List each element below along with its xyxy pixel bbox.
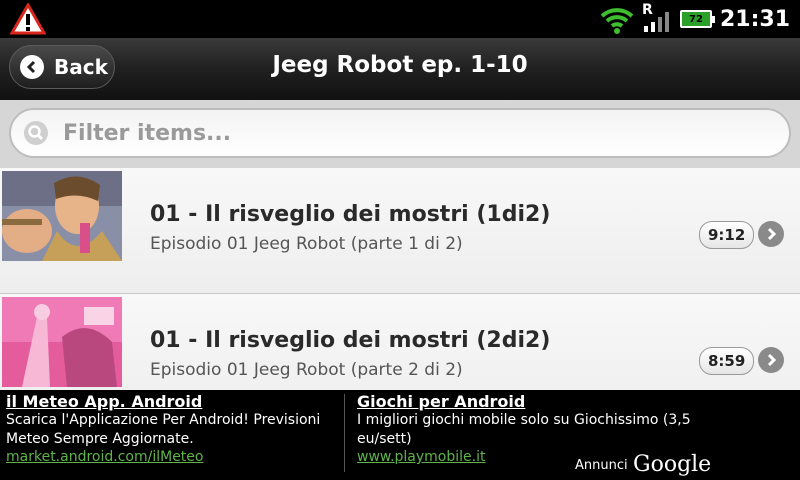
item-title: 01 - Il risveglio dei mostri (2di2) — [150, 328, 551, 353]
clock: 21:31 — [719, 6, 790, 32]
filter-bar — [0, 100, 800, 168]
filter-box[interactable] — [9, 108, 791, 158]
status-bar: R 72 21:31 — [0, 0, 800, 38]
item-title: 01 - Il risveglio dei mostri (1di2) — [150, 202, 551, 227]
wifi-icon — [600, 8, 634, 34]
ad-link[interactable]: market.android.com/ilMeteo — [6, 449, 342, 465]
ads-by-label: Annunci — [575, 458, 628, 473]
ad-divider — [344, 394, 345, 472]
ad-text: Scarica l'Applicazione Per Android! Prev… — [6, 412, 321, 447]
item-subtitle: Episodio 01 Jeeg Robot (parte 1 di 2) — [150, 234, 463, 254]
list-item[interactable]: 01 - Il risveglio dei mostri (1di2) Epis… — [0, 168, 800, 294]
battery-icon: 72 — [679, 10, 715, 28]
google-logo: Google — [633, 452, 712, 477]
signal-icon: R — [642, 2, 672, 34]
filter-input[interactable] — [61, 119, 715, 147]
title-bar: Back Jeeg Robot ep. 1-10 — [0, 38, 800, 101]
search-icon — [24, 121, 48, 145]
chevron-right-icon[interactable] — [758, 347, 784, 373]
ad-title[interactable]: il Meteo App. Android — [6, 392, 342, 411]
list-item[interactable]: 01 - Il risveglio dei mostri (2di2) Epis… — [0, 294, 800, 390]
episode-thumbnail — [2, 297, 122, 387]
item-subtitle: Episodio 01 Jeeg Robot (parte 2 di 2) — [150, 360, 463, 380]
ad-item[interactable]: il Meteo App. Android Scarica l'Applicaz… — [6, 392, 342, 465]
page-title: Jeeg Robot ep. 1-10 — [272, 52, 528, 78]
episode-list: 01 - Il risveglio dei mostri (1di2) Epis… — [0, 168, 800, 390]
duration-badge: 8:59 — [699, 347, 755, 375]
ad-title[interactable]: Giochi per Android — [357, 392, 697, 411]
duration-badge: 9:12 — [699, 221, 755, 249]
ad-text: I migliori giochi mobile solo su Giochis… — [357, 412, 691, 447]
warning-icon — [10, 3, 46, 35]
chevron-right-icon[interactable] — [758, 221, 784, 247]
battery-level: 72 — [689, 13, 703, 25]
episode-thumbnail — [2, 171, 122, 261]
